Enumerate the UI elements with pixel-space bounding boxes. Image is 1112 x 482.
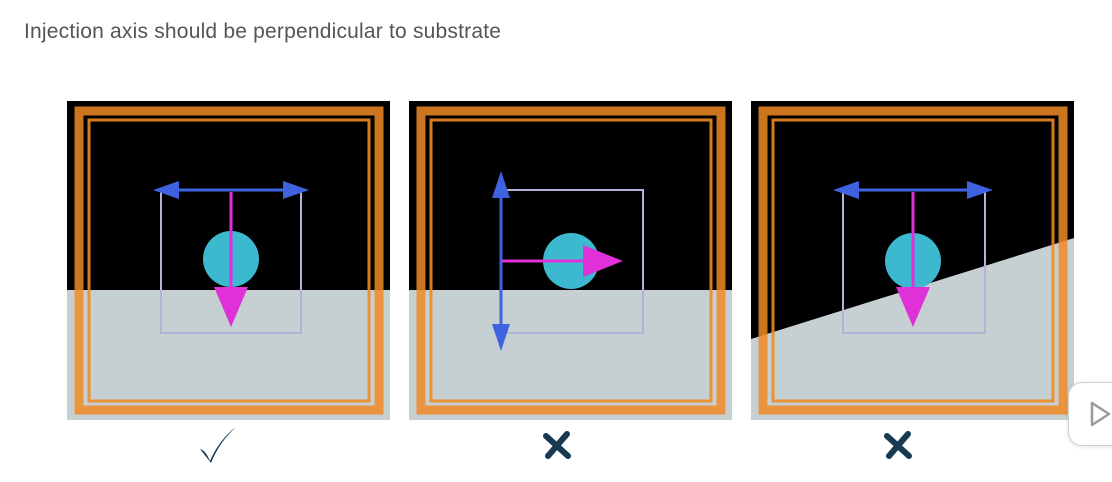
play-icon [1090,401,1111,427]
page-title: Injection axis should be perpendicular t… [24,20,502,43]
cross-icon [527,420,587,470]
panel-wrong-axis [409,101,732,420]
check-icon [187,420,247,470]
panel-correct [67,101,390,420]
cross-icon [868,420,928,470]
panel-tilted-substrate [751,101,1074,420]
play-button[interactable] [1068,382,1112,446]
